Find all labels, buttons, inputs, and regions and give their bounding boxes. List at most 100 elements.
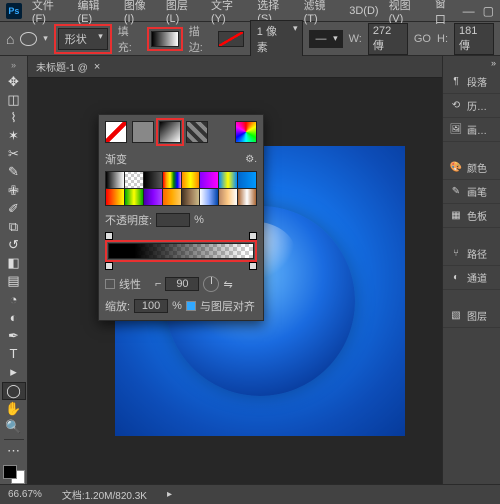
link-wh-icon[interactable]: GO [414, 33, 431, 45]
stroke-style-dropdown[interactable]: — [309, 30, 343, 48]
marquee-tool-icon[interactable]: ◫ [2, 91, 26, 108]
panel-channels[interactable]: ◐通道 [443, 266, 500, 290]
align-layer-label: 与图层对齐 [200, 298, 255, 314]
stroke-swatch[interactable] [218, 31, 244, 47]
gradient-tool-icon[interactable]: ▤ [2, 273, 26, 290]
history-brush-tool-icon[interactable]: ↺ [2, 236, 26, 253]
fill-type-gradient[interactable] [159, 121, 181, 143]
options-bar: ⌂ ▾ 形状 填充: 描边: 1 像素 — W: 272 傳 GO H: 181… [0, 22, 500, 56]
reverse-gradient-icon[interactable]: ⇋ [223, 278, 232, 291]
move-tool-icon[interactable]: ✥ [2, 73, 26, 90]
tool-dropdown-icon[interactable]: ▾ [43, 33, 48, 44]
shape-mode-dropdown[interactable]: 形状 [58, 28, 108, 50]
right-panel-dock: » ¶段落 ⟲历… 🖼画… 🎨颜色 ✎画笔 ▦色板 ⑂路径 ◐通道 ▧图层 [442, 56, 500, 484]
gradient-preset-8[interactable] [106, 189, 124, 205]
pen-tool-icon[interactable]: ✒ [2, 327, 26, 344]
ellipse-shape-tool-icon[interactable]: ◯ [2, 382, 26, 400]
home-icon[interactable]: ⌂ [6, 31, 14, 47]
type-tool-icon[interactable]: T [2, 345, 26, 362]
quick-select-tool-icon[interactable]: ✶ [2, 127, 26, 144]
brush-tool-icon[interactable]: ✐ [2, 200, 26, 217]
gradient-preset-13[interactable] [200, 189, 218, 205]
menu-type[interactable]: 文字(Y) [207, 0, 251, 27]
panel-swatches[interactable]: ▦色板 [443, 204, 500, 228]
stamp-tool-icon[interactable]: ⧉ [2, 218, 26, 235]
menu-filter[interactable]: 滤镜(T) [300, 0, 344, 27]
hand-tool-icon[interactable]: ✋ [2, 401, 26, 418]
layers-icon: ▧ [449, 310, 463, 321]
gradient-preset-12[interactable] [182, 189, 200, 205]
opacity-field[interactable] [156, 213, 190, 227]
collapse-panels-icon[interactable]: » [443, 56, 500, 70]
panel-canvas[interactable]: 🖼画… [443, 118, 500, 142]
window-maximize-icon[interactable]: ▢ [483, 4, 494, 18]
scale-field[interactable]: 100 [134, 299, 168, 313]
highlight-fill [147, 27, 183, 51]
panel-paths[interactable]: ⑂路径 [443, 242, 500, 266]
zoom-tool-icon[interactable]: 🔍 [2, 419, 26, 436]
window-minimize-icon[interactable]: — [463, 4, 475, 18]
opacity-stop-left[interactable] [105, 232, 113, 240]
opacity-stop-right[interactable] [249, 232, 257, 240]
gradient-preset-9[interactable] [125, 189, 143, 205]
fill-label: 填充: [118, 23, 141, 55]
angle-dial[interactable] [203, 276, 219, 292]
gradient-bar[interactable] [108, 243, 254, 259]
gradient-preset-10[interactable] [144, 189, 162, 205]
color-stop-right[interactable] [249, 262, 257, 270]
gear-icon[interactable]: ⚙. [245, 154, 257, 165]
gradient-preset-0[interactable] [106, 172, 124, 188]
heal-tool-icon[interactable]: ✙ [2, 182, 26, 199]
fill-type-solid[interactable] [132, 121, 154, 143]
gradient-preset-2[interactable] [144, 172, 162, 188]
document-tab[interactable]: 未标题-1 @ × [28, 56, 442, 78]
gradient-preset-4[interactable] [182, 172, 200, 188]
path-select-tool-icon[interactable]: ▸ [2, 364, 26, 381]
foreground-color-swatch[interactable] [3, 465, 17, 479]
menu-3d[interactable]: 3D(D) [345, 3, 382, 19]
document-info[interactable]: 文档:1.20M/820.3K [62, 487, 147, 502]
gradient-preset-5[interactable] [200, 172, 218, 188]
close-tab-icon[interactable]: × [94, 61, 100, 73]
dodge-tool-icon[interactable]: ◐ [2, 309, 26, 326]
angle-field[interactable]: 90 [165, 277, 199, 291]
collapse-tools-icon[interactable]: » [11, 60, 16, 70]
app-icon: Ps [6, 3, 22, 19]
height-field[interactable]: 181 傳 [454, 23, 494, 55]
history-icon: ⟲ [449, 100, 463, 111]
eraser-tool-icon[interactable]: ◧ [2, 255, 26, 272]
panel-color[interactable]: 🎨颜色 [443, 156, 500, 180]
fill-swatch[interactable] [151, 31, 179, 47]
panel-layers[interactable]: ▧图层 [443, 304, 500, 328]
align-layer-checkbox[interactable] [186, 301, 196, 311]
fill-type-none[interactable] [105, 121, 127, 143]
zoom-level[interactable]: 66.67% [8, 489, 42, 500]
color-stop-left[interactable] [105, 262, 113, 270]
panel-brushes[interactable]: ✎画笔 [443, 180, 500, 204]
crop-tool-icon[interactable]: ✂ [2, 146, 26, 163]
gradient-preset-14[interactable] [219, 189, 237, 205]
eyedropper-tool-icon[interactable]: ✎ [2, 164, 26, 181]
panel-history[interactable]: ⟲历… [443, 94, 500, 118]
canvas-icon: 🖼 [449, 124, 463, 135]
color-swatches[interactable] [3, 465, 25, 484]
panel-paragraph[interactable]: ¶段落 [443, 70, 500, 94]
gradient-preset-1[interactable] [125, 172, 143, 188]
linear-checkbox[interactable] [105, 279, 115, 289]
gradient-preset-11[interactable] [163, 189, 181, 205]
blur-tool-icon[interactable]: ◔ [2, 291, 26, 308]
lasso-tool-icon[interactable]: ⌇ [2, 109, 26, 126]
highlight-shape-mode: 形状 [54, 24, 112, 54]
gradient-preset-3[interactable] [163, 172, 181, 188]
gradient-preset-6[interactable] [219, 172, 237, 188]
stroke-width-field[interactable]: 1 像素 [250, 20, 303, 58]
color-picker-button[interactable] [235, 121, 257, 143]
gradient-preset-15[interactable] [238, 189, 256, 205]
channels-icon: ◐ [449, 272, 463, 283]
gradient-preset-7[interactable] [238, 172, 256, 188]
docinfo-dropdown-icon[interactable]: ▸ [167, 489, 172, 500]
edit-toolbar-icon[interactable]: ⋯ [2, 443, 26, 460]
width-field[interactable]: 272 傳 [368, 23, 408, 55]
linear-label: 线性 [119, 276, 141, 292]
fill-type-pattern[interactable] [186, 121, 208, 143]
